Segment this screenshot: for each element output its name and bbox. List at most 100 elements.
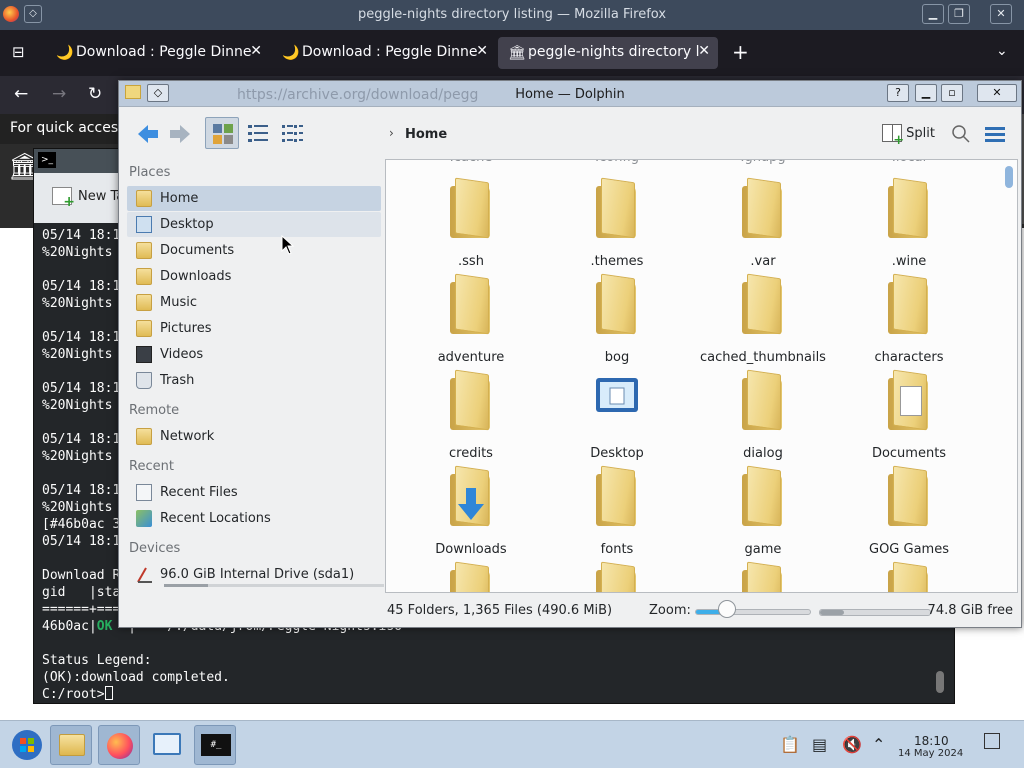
sidebar-item-trash[interactable]: Trash bbox=[127, 368, 381, 393]
back-icon[interactable]: ← bbox=[14, 84, 28, 104]
term-line: 05/14 18:1 bbox=[42, 279, 121, 294]
close-tab-icon[interactable]: ✕ bbox=[698, 43, 710, 59]
maximize-button[interactable]: ❐ bbox=[948, 4, 970, 24]
file-item[interactable]: bog bbox=[552, 273, 682, 370]
file-item[interactable]: credits bbox=[406, 369, 536, 466]
sidebar-item-music[interactable]: Music bbox=[127, 290, 381, 315]
term-line: gid |sta bbox=[42, 585, 121, 600]
close-button[interactable]: ✕ bbox=[990, 4, 1012, 24]
chevron-down-icon[interactable]: ⌄ bbox=[996, 43, 1008, 59]
firefox-titlebar: ◇ peggle-nights directory listing — Mozi… bbox=[0, 0, 1024, 30]
breadcrumb-chevron-icon[interactable]: › bbox=[389, 126, 394, 140]
file-label: .wine bbox=[891, 254, 927, 269]
places-panel: Places Home Desktop Documents Downloads … bbox=[123, 161, 385, 591]
file-item[interactable]: .var bbox=[698, 177, 828, 274]
file-item[interactable]: .themes bbox=[552, 177, 682, 274]
partial-file-label: .local bbox=[844, 160, 974, 165]
section-recent: Recent bbox=[129, 459, 174, 474]
sidebar-item-downloads[interactable]: Downloads bbox=[127, 264, 381, 289]
terminal-scrollbar[interactable] bbox=[936, 671, 944, 693]
file-item[interactable]: .ssh bbox=[406, 177, 536, 274]
notes-icon[interactable]: ▤ bbox=[812, 735, 827, 754]
firefox-window-title: peggle-nights directory listing — Mozill… bbox=[357, 7, 667, 22]
chevron-up-icon[interactable]: ⌃ bbox=[872, 735, 885, 754]
taskbar-firefox[interactable] bbox=[98, 725, 140, 765]
sidebar-item-label: Network bbox=[160, 429, 215, 444]
folder-icon bbox=[450, 177, 492, 239]
clock-date[interactable]: 14 May 2024 bbox=[898, 748, 963, 759]
clipboard-icon[interactable]: 📋 bbox=[780, 735, 800, 754]
close-tab-icon[interactable]: ✕ bbox=[476, 43, 488, 59]
file-item[interactable]: .wine bbox=[844, 177, 974, 274]
sidebar-item-home[interactable]: Home bbox=[127, 186, 381, 211]
file-item[interactable] bbox=[406, 561, 536, 592]
new-tab-button[interactable]: New Ta bbox=[52, 187, 124, 210]
term-line: 05/14 18:1 bbox=[42, 330, 121, 345]
minimize-button[interactable]: ▁ bbox=[915, 84, 937, 102]
home-folder-icon bbox=[136, 190, 152, 207]
tab-download-2[interactable]: 🌙 Download : Peggle Dinne ✕ bbox=[272, 37, 496, 69]
drive-usage-bar bbox=[164, 584, 384, 587]
pictures-folder-icon bbox=[136, 320, 152, 337]
split-label: Split bbox=[906, 126, 935, 141]
archive-icon: 🏛 bbox=[508, 45, 526, 61]
close-button[interactable]: ✕ bbox=[977, 84, 1017, 102]
sidebar-item-videos[interactable]: Videos bbox=[127, 342, 381, 367]
file-item[interactable] bbox=[698, 561, 828, 592]
minimize-button[interactable]: ▁ bbox=[922, 4, 944, 24]
hamburger-menu-icon[interactable] bbox=[985, 125, 1005, 143]
reload-icon[interactable]: ↻ bbox=[88, 84, 102, 104]
sidebar-item-pictures[interactable]: Pictures bbox=[127, 316, 381, 341]
file-item[interactable] bbox=[552, 561, 682, 592]
file-item[interactable] bbox=[844, 561, 974, 592]
show-desktop-icon[interactable] bbox=[984, 733, 1000, 749]
file-item[interactable]: GOG Games bbox=[844, 465, 974, 562]
folder-icon bbox=[596, 273, 638, 335]
zoom-slider-handle[interactable] bbox=[718, 600, 737, 618]
taskbar-dolphin[interactable] bbox=[50, 725, 92, 765]
tab-download-1[interactable]: 🌙 Download : Peggle Dinne ✕ bbox=[46, 37, 270, 69]
sidebar-item-documents[interactable]: Documents bbox=[127, 238, 381, 263]
file-item[interactable]: fonts bbox=[552, 465, 682, 562]
archive-logo-icon[interactable]: 🏛 bbox=[8, 152, 41, 182]
file-item[interactable]: adventure bbox=[406, 273, 536, 370]
volume-muted-icon[interactable]: 🔇 bbox=[842, 735, 862, 754]
zoom-slider[interactable] bbox=[695, 609, 811, 615]
start-menu-button[interactable] bbox=[6, 725, 48, 765]
sidebar-item-recent-locations[interactable]: Recent Locations bbox=[127, 506, 381, 531]
compact-view-icon[interactable] bbox=[279, 121, 305, 147]
back-arrow-icon[interactable] bbox=[135, 121, 161, 147]
breadcrumb[interactable]: Home bbox=[405, 127, 447, 142]
file-view[interactable]: .cache .config .gnupg .local .ssh .themes .va… bbox=[385, 159, 1018, 593]
file-item[interactable]: characters bbox=[844, 273, 974, 370]
file-item[interactable]: Desktop bbox=[552, 370, 682, 466]
split-button[interactable]: Split bbox=[882, 124, 935, 148]
help-button[interactable]: ? bbox=[887, 84, 909, 102]
file-item[interactable]: Downloads bbox=[406, 465, 536, 562]
icons-view-button[interactable] bbox=[205, 117, 239, 149]
close-tab-icon[interactable]: ✕ bbox=[250, 43, 262, 59]
file-item[interactable]: game bbox=[698, 465, 828, 562]
clock-time[interactable]: 18:10 bbox=[914, 734, 949, 748]
forward-icon[interactable]: → bbox=[52, 84, 66, 104]
file-item[interactable]: cached_thumbnails bbox=[698, 273, 828, 370]
forward-arrow-icon[interactable] bbox=[167, 121, 193, 147]
search-icon[interactable] bbox=[951, 124, 971, 144]
file-item[interactable]: dialog bbox=[698, 369, 828, 466]
file-item[interactable]: Documents bbox=[844, 369, 974, 466]
file-label: dialog bbox=[743, 446, 783, 461]
folder-icon bbox=[742, 177, 784, 239]
tab-list-icon[interactable]: ⊟ bbox=[12, 43, 25, 61]
sidebar-item-desktop[interactable]: Desktop bbox=[127, 212, 381, 237]
sidebar-item-recent-files[interactable]: Recent Files bbox=[127, 480, 381, 505]
taskbar-settings[interactable] bbox=[146, 725, 188, 765]
view-scrollbar[interactable] bbox=[1005, 166, 1013, 188]
folder-icon bbox=[742, 465, 784, 527]
taskbar-terminal[interactable]: #_ bbox=[194, 725, 236, 765]
maximize-button[interactable]: ▫ bbox=[941, 84, 963, 102]
new-tab-button[interactable]: + bbox=[732, 40, 749, 64]
sidebar-item-internal-drive[interactable]: 96.0 GiB Internal Drive (sda1) bbox=[127, 562, 384, 590]
details-view-icon[interactable] bbox=[245, 121, 271, 147]
sidebar-item-network[interactable]: Network bbox=[127, 424, 381, 449]
tab-directory-listing[interactable]: 🏛 peggle-nights directory l ✕ bbox=[498, 37, 718, 69]
